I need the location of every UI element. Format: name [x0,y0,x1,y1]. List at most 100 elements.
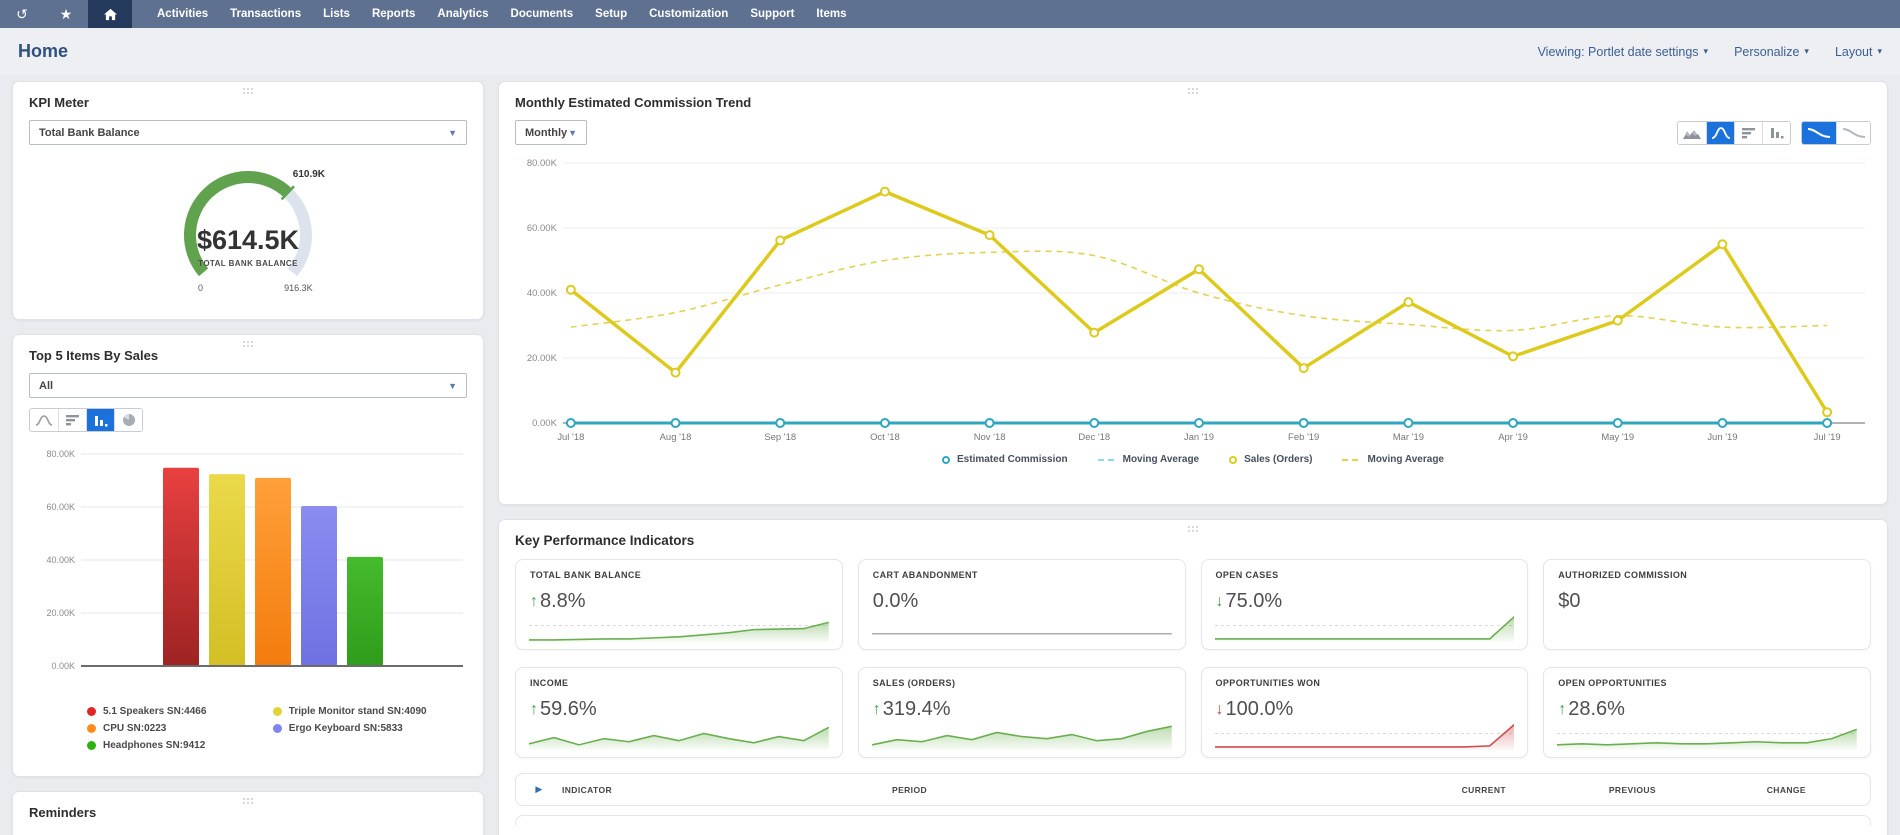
kpi-tile-sales-orders-[interactable]: SALES (ORDERS)↑319.4% [858,667,1186,758]
nav-item-analytics[interactable]: Analytics [426,0,499,28]
nav-item-customization[interactable]: Customization [638,0,739,28]
drag-handle[interactable] [1187,525,1199,533]
svg-text:Jan '19: Jan '19 [1184,432,1214,443]
drag-handle[interactable] [242,87,254,95]
svg-text:$614.5K: $614.5K [197,225,300,255]
legend-item[interactable]: Sales (Orders) [1229,454,1312,465]
personalize-menu[interactable]: Personalize▾ [1734,45,1809,59]
svg-text:916.3K: 916.3K [284,283,313,293]
nav-item-support[interactable]: Support [739,0,805,28]
kpi-tile-open-opportunities[interactable]: OPEN OPPORTUNITIES↑28.6% [1543,667,1871,758]
chart-type-vbar-button[interactable] [86,409,114,431]
kpi-tile-open-cases[interactable]: OPEN CASES↓75.0% [1201,559,1529,650]
svg-text:0.00K: 0.00K [532,418,557,429]
chart-type-line-button[interactable] [1706,122,1734,144]
nav-item-items[interactable]: Items [805,0,857,28]
legend-dash-icon [1098,457,1116,463]
recent-records-icon[interactable]: ↺ [0,0,44,28]
expand-row-icon[interactable]: ▶ [516,784,562,795]
top5-filter-select[interactable]: All ▼ [29,373,467,398]
svg-text:20.00K: 20.00K [46,608,75,618]
nav-item-reports[interactable]: Reports [361,0,426,28]
legend-item[interactable]: Moving Average [1342,454,1444,465]
trend-up-arrow-icon: ↑ [530,593,538,611]
legend-label: Triple Monitor stand SN:4090 [289,706,427,717]
trend-chart-type-group [1677,121,1791,145]
kpi-tile-value: $0 [1558,590,1856,613]
page-title: Home [18,41,68,62]
trend-smoothing-group [1801,121,1871,145]
drag-handle[interactable] [242,340,254,348]
chart-type-area-button[interactable] [1678,122,1706,144]
legend-label: Ergo Keyboard SN:5833 [289,723,403,734]
table-row-partial [515,815,1871,825]
nav-item-activities[interactable]: Activities [146,0,219,28]
trend-title: Monthly Estimated Commission Trend [515,95,1871,110]
top5-chart-type-group [29,408,143,432]
reminders-title: Reminders [29,805,467,820]
legend-label: 5.1 Speakers SN:4466 [103,706,206,717]
chart-type-hbar-button[interactable] [58,409,86,431]
legend-item: Triple Monitor stand SN:4090 [273,703,467,720]
nav-item-documents[interactable]: Documents [500,0,585,28]
column-header-previous: PREVIOUS [1506,785,1656,795]
svg-text:Jul '19: Jul '19 [1814,432,1841,443]
svg-text:40.00K: 40.00K [527,288,558,299]
kpi-tile-label: INCOME [530,678,828,688]
chart-type-hbar-button[interactable] [1734,122,1762,144]
kpi-tile-authorized-commission[interactable]: AUTHORIZED COMMISSION$0 [1543,559,1871,650]
drag-handle[interactable] [1187,87,1199,95]
svg-text:40.00K: 40.00K [46,555,75,565]
svg-text:610.9K: 610.9K [293,169,326,180]
reminders-portlet: Reminders [12,791,484,835]
svg-text:60.00K: 60.00K [527,223,558,234]
svg-text:TOTAL BANK BALANCE: TOTAL BANK BALANCE [198,259,298,268]
shortcuts-star-icon[interactable]: ★ [44,0,88,28]
nav-item-setup[interactable]: Setup [584,0,638,28]
nav-item-lists[interactable]: Lists [312,0,361,28]
kpi-tile-grid: TOTAL BANK BALANCE↑8.8%CART ABANDONMENT0… [515,559,1871,758]
layout-menu[interactable]: Layout▾ [1835,45,1882,59]
chevron-down-icon: ▼ [448,381,457,391]
nav-item-transactions[interactable]: Transactions [219,0,312,28]
chevron-down-icon: ▾ [1877,46,1882,57]
commission-trend-portlet: Monthly Estimated Commission Trend Month… [498,81,1888,505]
kpi-tile-opportunities-won[interactable]: OPPORTUNITIES WON↓100.0% [1201,667,1529,758]
kpi-tile-income[interactable]: INCOME↑59.6% [515,667,843,758]
kpi-meter-title: KPI Meter [29,95,467,110]
viewing-label: Viewing: Portlet date settings [1538,45,1699,59]
svg-text:Aug '18: Aug '18 [660,432,692,443]
home-icon[interactable] [88,0,132,28]
legend-dot [273,707,282,716]
legend-item[interactable]: Estimated Commission [942,454,1068,465]
trend-period-select-value: Monthly [525,127,567,139]
svg-text:Nov '18: Nov '18 [974,432,1006,443]
svg-text:Jun '19: Jun '19 [1707,432,1737,443]
trend-period-select[interactable]: Monthly ▼ [515,120,587,145]
chart-type-line-button[interactable] [30,409,58,431]
trend-up-arrow-icon: ↑ [873,701,881,719]
svg-text:Mar '19: Mar '19 [1393,432,1424,443]
column-header-indicator: INDICATOR [562,785,892,795]
top-nav-bar: ↺ ★ ActivitiesTransactionsListsReportsAn… [0,0,1900,28]
svg-text:Apr '19: Apr '19 [1498,432,1528,443]
drag-handle[interactable] [242,797,254,805]
legend-label: CPU SN:0223 [103,723,166,734]
smoothing-off-button[interactable] [1836,122,1870,144]
svg-text:Sep '18: Sep '18 [764,432,796,443]
kpi-tile-cart-abandonment[interactable]: CART ABANDONMENT0.0% [858,559,1186,650]
nav-menu: ActivitiesTransactionsListsReportsAnalyt… [146,0,857,28]
kpi-sparkline [529,717,829,750]
chart-type-pie-button[interactable] [114,409,142,431]
chevron-down-icon: ▾ [1804,46,1809,57]
legend-item[interactable]: Moving Average [1098,454,1200,465]
kpi-tile-total-bank-balance[interactable]: TOTAL BANK BALANCE↑8.8% [515,559,843,650]
kpi-meter-select[interactable]: Total Bank Balance ▼ [29,120,467,145]
viewing-portlet-date-settings-menu[interactable]: Viewing: Portlet date settings▾ [1538,45,1709,59]
kpi-sparkline [1215,609,1515,642]
kpi-tile-label: OPEN CASES [1216,570,1514,580]
svg-text:80.00K: 80.00K [527,158,558,169]
legend-label: Headphones SN:9412 [103,740,205,751]
smoothing-on-button[interactable] [1802,122,1836,144]
chart-type-vbar-button[interactable] [1762,122,1790,144]
